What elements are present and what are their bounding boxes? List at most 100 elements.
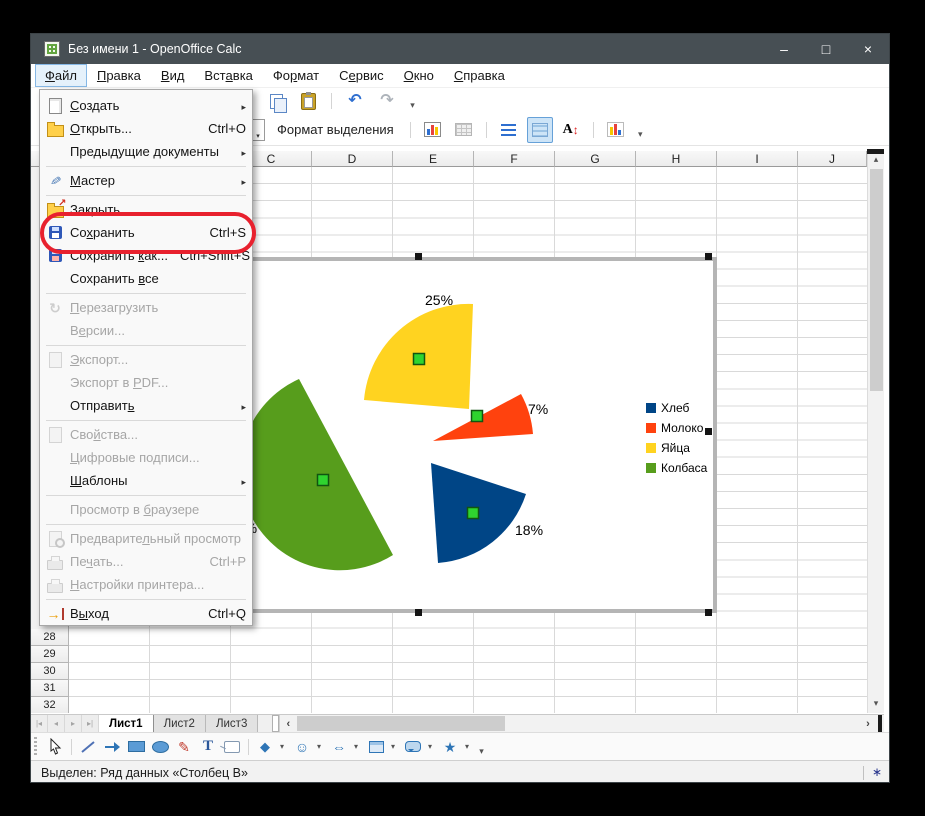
paste-button[interactable] [295,88,321,114]
tab-nav-button-2[interactable]: ▸ [65,715,82,732]
menu-item-exit[interactable]: →ВыходCtrl+Q [40,602,252,625]
legend-item-яйца[interactable]: Яйца [646,438,707,458]
legend-item-молоко[interactable]: Молоко [646,418,707,438]
copy-button[interactable] [263,88,289,114]
flowchart-tool-button[interactable] [365,735,387,759]
folder-icon [44,120,66,138]
legend-item-хлеб[interactable]: Хлеб [646,398,707,418]
block-arrows-dropdown-arrow[interactable]: ▾ [351,742,361,751]
format-selection-button[interactable]: Формат выделения [270,117,401,143]
page-icon [44,97,66,115]
symbol-shapes-tool-button[interactable]: ☺ [291,735,313,759]
menu-separator [40,596,252,602]
menubar-item-edit[interactable]: Правка [87,64,151,87]
menubar-item-help[interactable]: Справка [444,64,515,87]
arrow-tool-button[interactable] [101,735,123,759]
column-header-E[interactable]: E [393,151,474,167]
column-header-H[interactable]: H [636,151,717,167]
line-icon [80,739,96,755]
menubar-item-insert[interactable]: Вставка [194,64,262,87]
column-header-F[interactable]: F [474,151,555,167]
horizontal-scroll-thumb[interactable] [297,716,505,731]
row-header-31[interactable]: 31 [31,680,69,697]
column-header-I[interactable]: I [717,151,798,167]
symbol-shapes-dropdown-arrow[interactable]: ▾ [314,742,324,751]
sheet-tab-лист1[interactable]: Лист1 [99,715,154,732]
horizontal-scrollbar[interactable]: ‹ › [279,715,884,732]
vertical-scrollbar[interactable]: ▴ ▾ [867,151,884,713]
legend-item-колбаса[interactable]: Колбаса [646,458,707,478]
maximize-button[interactable]: □ [805,34,847,64]
scroll-left-arrow[interactable]: ‹ [280,715,296,732]
rectangle-tool-button[interactable] [125,735,147,759]
stars-tool-button[interactable]: ★ [439,735,461,759]
undo-button[interactable]: ↶ [342,88,368,114]
vertical-scroll-thumb[interactable] [870,169,883,391]
scroll-right-arrow[interactable]: › [860,715,876,732]
close-button[interactable]: × [847,34,889,64]
menu-item-send[interactable]: Отправить▸ [40,394,252,417]
ellipse-tool-button[interactable] [149,735,171,759]
tab-nav-button-1[interactable]: ◂ [48,715,65,732]
resize-handle[interactable] [705,253,712,260]
block-arrows-tool-button[interactable]: ⇔ [328,735,350,759]
row-header-28[interactable]: 28 [31,629,69,646]
menu-item-recent-documents[interactable]: Предыдущие документы▸ [40,140,252,163]
text-scaling-button[interactable]: A↕ [558,117,584,143]
minimize-button[interactable]: – [763,34,805,64]
toolbar-overflow-button[interactable]: ▾ [634,118,647,142]
sheet-tab-лист2[interactable]: Лист2 [154,715,206,732]
menu-item-save-all[interactable]: Сохранить все [40,267,252,290]
row-header-32[interactable]: 32 [31,697,69,713]
resize-handle[interactable] [415,609,422,616]
row-header-30[interactable]: 30 [31,663,69,680]
text-tool-button[interactable]: T [197,735,219,759]
callout-line-tool-button[interactable] [221,735,243,759]
row-header-29[interactable]: 29 [31,646,69,663]
menubar-item-window[interactable]: Окно [394,64,444,87]
toolbar-overflow-button[interactable]: ▾ [406,89,419,113]
tab-nav-button-3[interactable]: ▸| [82,715,99,732]
toolbar-grip[interactable] [34,737,37,757]
menu-item-open[interactable]: Открыть...Ctrl+O [40,117,252,140]
basic-shapes-tool-button[interactable]: ◆ [254,735,276,759]
flowchart-dropdown-arrow[interactable]: ▾ [388,742,398,751]
menubar-item-view[interactable]: Вид [151,64,195,87]
tab-splitter[interactable] [272,715,279,732]
basic-shapes-dropdown-arrow[interactable]: ▾ [277,742,287,751]
menubar-item-tools[interactable]: Сервис [329,64,394,87]
menu-item-reload: ↻Перезагрузить [40,296,252,319]
stars-dropdown-arrow[interactable]: ▾ [462,742,472,751]
resize-handle[interactable] [415,253,422,260]
combo-box-edge[interactable]: ▾ [251,119,265,141]
legend-toggle-button[interactable] [527,117,553,143]
menu-item-new[interactable]: Создать▸ [40,94,252,117]
grids-button[interactable] [496,117,522,143]
toolbar-overflow-button[interactable]: ▾ [475,735,488,759]
resize-handle[interactable] [705,609,712,616]
menu-item-templates[interactable]: Шаблоны▸ [40,469,252,492]
chart-data-table-button[interactable] [451,117,477,143]
chart-data-button[interactable] [603,117,629,143]
column-header-D[interactable]: D [312,151,393,167]
pie-slice-sausage[interactable] [240,379,393,570]
redo-button[interactable]: ↷ [374,88,400,114]
data-point-marker-молоко [472,411,483,422]
menu-item-wizards[interactable]: ✎Мастер▸ [40,169,252,192]
freeform-tool-button[interactable]: ✎ [173,735,195,759]
tab-nav-button-0[interactable]: |◂ [31,715,48,732]
scroll-down-arrow[interactable]: ▾ [868,695,884,712]
sheet-tab-лист3[interactable]: Лист3 [206,715,258,732]
resize-handle[interactable] [705,428,712,435]
select-tool-button[interactable] [44,735,66,759]
vertical-pane-splitter[interactable] [867,149,884,154]
chart-type-button[interactable] [420,117,446,143]
column-header-J[interactable]: J [798,151,867,167]
horizontal-pane-splitter[interactable] [878,715,882,732]
line-tool-button[interactable] [77,735,99,759]
menubar-item-file[interactable]: Файл [35,64,87,87]
menubar-item-format[interactable]: Формат [263,64,329,87]
callouts-dropdown-arrow[interactable]: ▾ [425,742,435,751]
column-header-G[interactable]: G [555,151,636,167]
callouts-tool-button[interactable] [402,735,424,759]
